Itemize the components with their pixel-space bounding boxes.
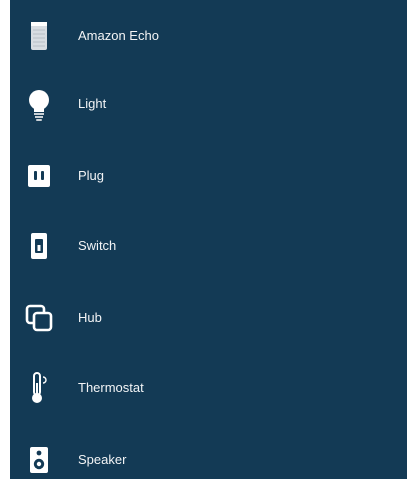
thermostat-icon [22,371,56,405]
device-item-label: Light [78,96,107,111]
device-item-speaker[interactable]: Speaker [10,424,407,479]
device-item-label: Switch [78,238,117,253]
device-item-hub[interactable]: Hub [10,282,407,353]
device-item-thermostat[interactable]: Thermostat [10,352,407,423]
bulb-icon [22,87,56,121]
device-item-label: Hub [78,310,102,325]
device-item-label: Speaker [78,452,127,467]
device-item-plug[interactable]: Plug [10,140,407,211]
device-item-label: Plug [78,168,105,183]
device-item-light[interactable]: Light [10,68,407,139]
switch-icon [22,229,56,263]
device-type-panel: Amazon Echo Light Plug Switch Hub Thermo… [10,0,407,479]
device-item-label: Amazon Echo [78,28,159,43]
plug-icon [22,159,56,193]
speaker-icon [22,443,56,477]
device-item-label: Thermostat [78,380,144,395]
device-item-switch[interactable]: Switch [10,210,407,281]
echo-device-icon [22,19,56,53]
device-item-amazon-echo[interactable]: Amazon Echo [10,0,407,71]
hub-icon [22,301,56,335]
